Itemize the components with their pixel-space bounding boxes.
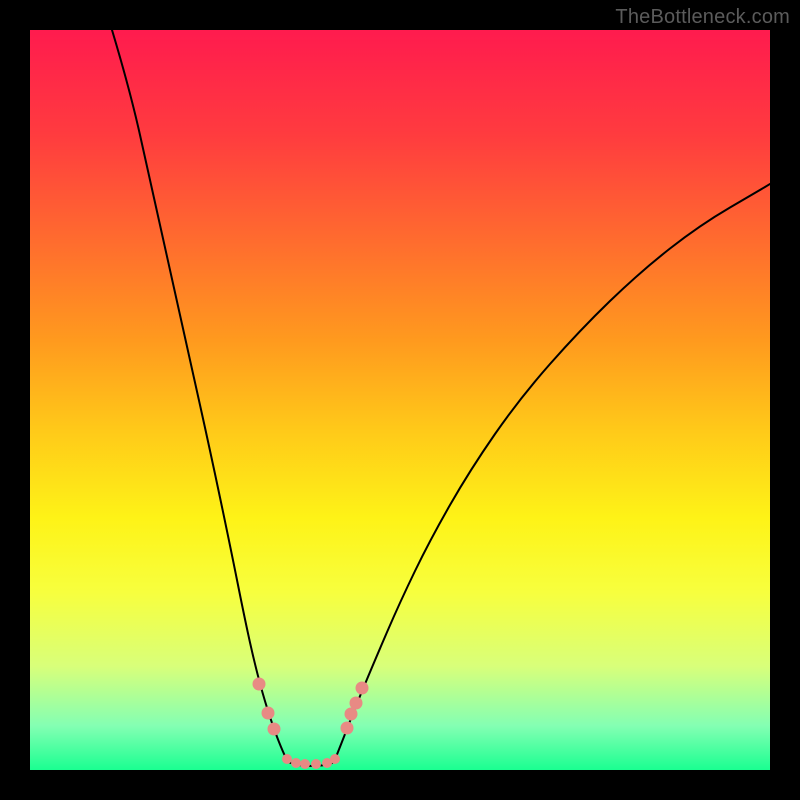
data-marker (311, 759, 321, 769)
data-marker (341, 722, 354, 735)
chart-container: TheBottleneck.com (0, 0, 800, 800)
curve-left-branch (112, 30, 288, 762)
plot-area (30, 30, 770, 770)
data-marker (268, 723, 281, 736)
curve-overlay (30, 30, 770, 770)
data-marker (262, 707, 275, 720)
data-marker (356, 682, 369, 695)
watermark-text: TheBottleneck.com (615, 6, 790, 29)
data-marker (291, 758, 301, 768)
data-marker (300, 759, 310, 769)
data-marker (330, 754, 340, 764)
data-marker (253, 678, 266, 691)
data-marker (350, 697, 363, 710)
curve-right-branch (334, 184, 770, 762)
data-marker (282, 754, 292, 764)
